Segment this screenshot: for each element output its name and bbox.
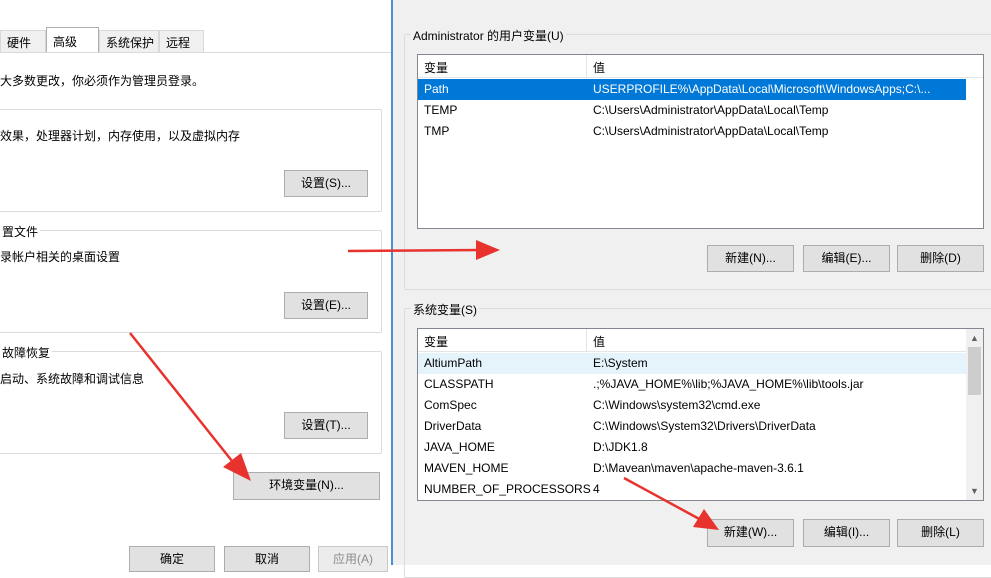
arrow-to-env-button (129, 332, 251, 481)
arrow-to-user-vars (347, 240, 500, 260)
arrow-to-system-new-button (623, 476, 719, 530)
annotation-arrows (129, 240, 719, 530)
